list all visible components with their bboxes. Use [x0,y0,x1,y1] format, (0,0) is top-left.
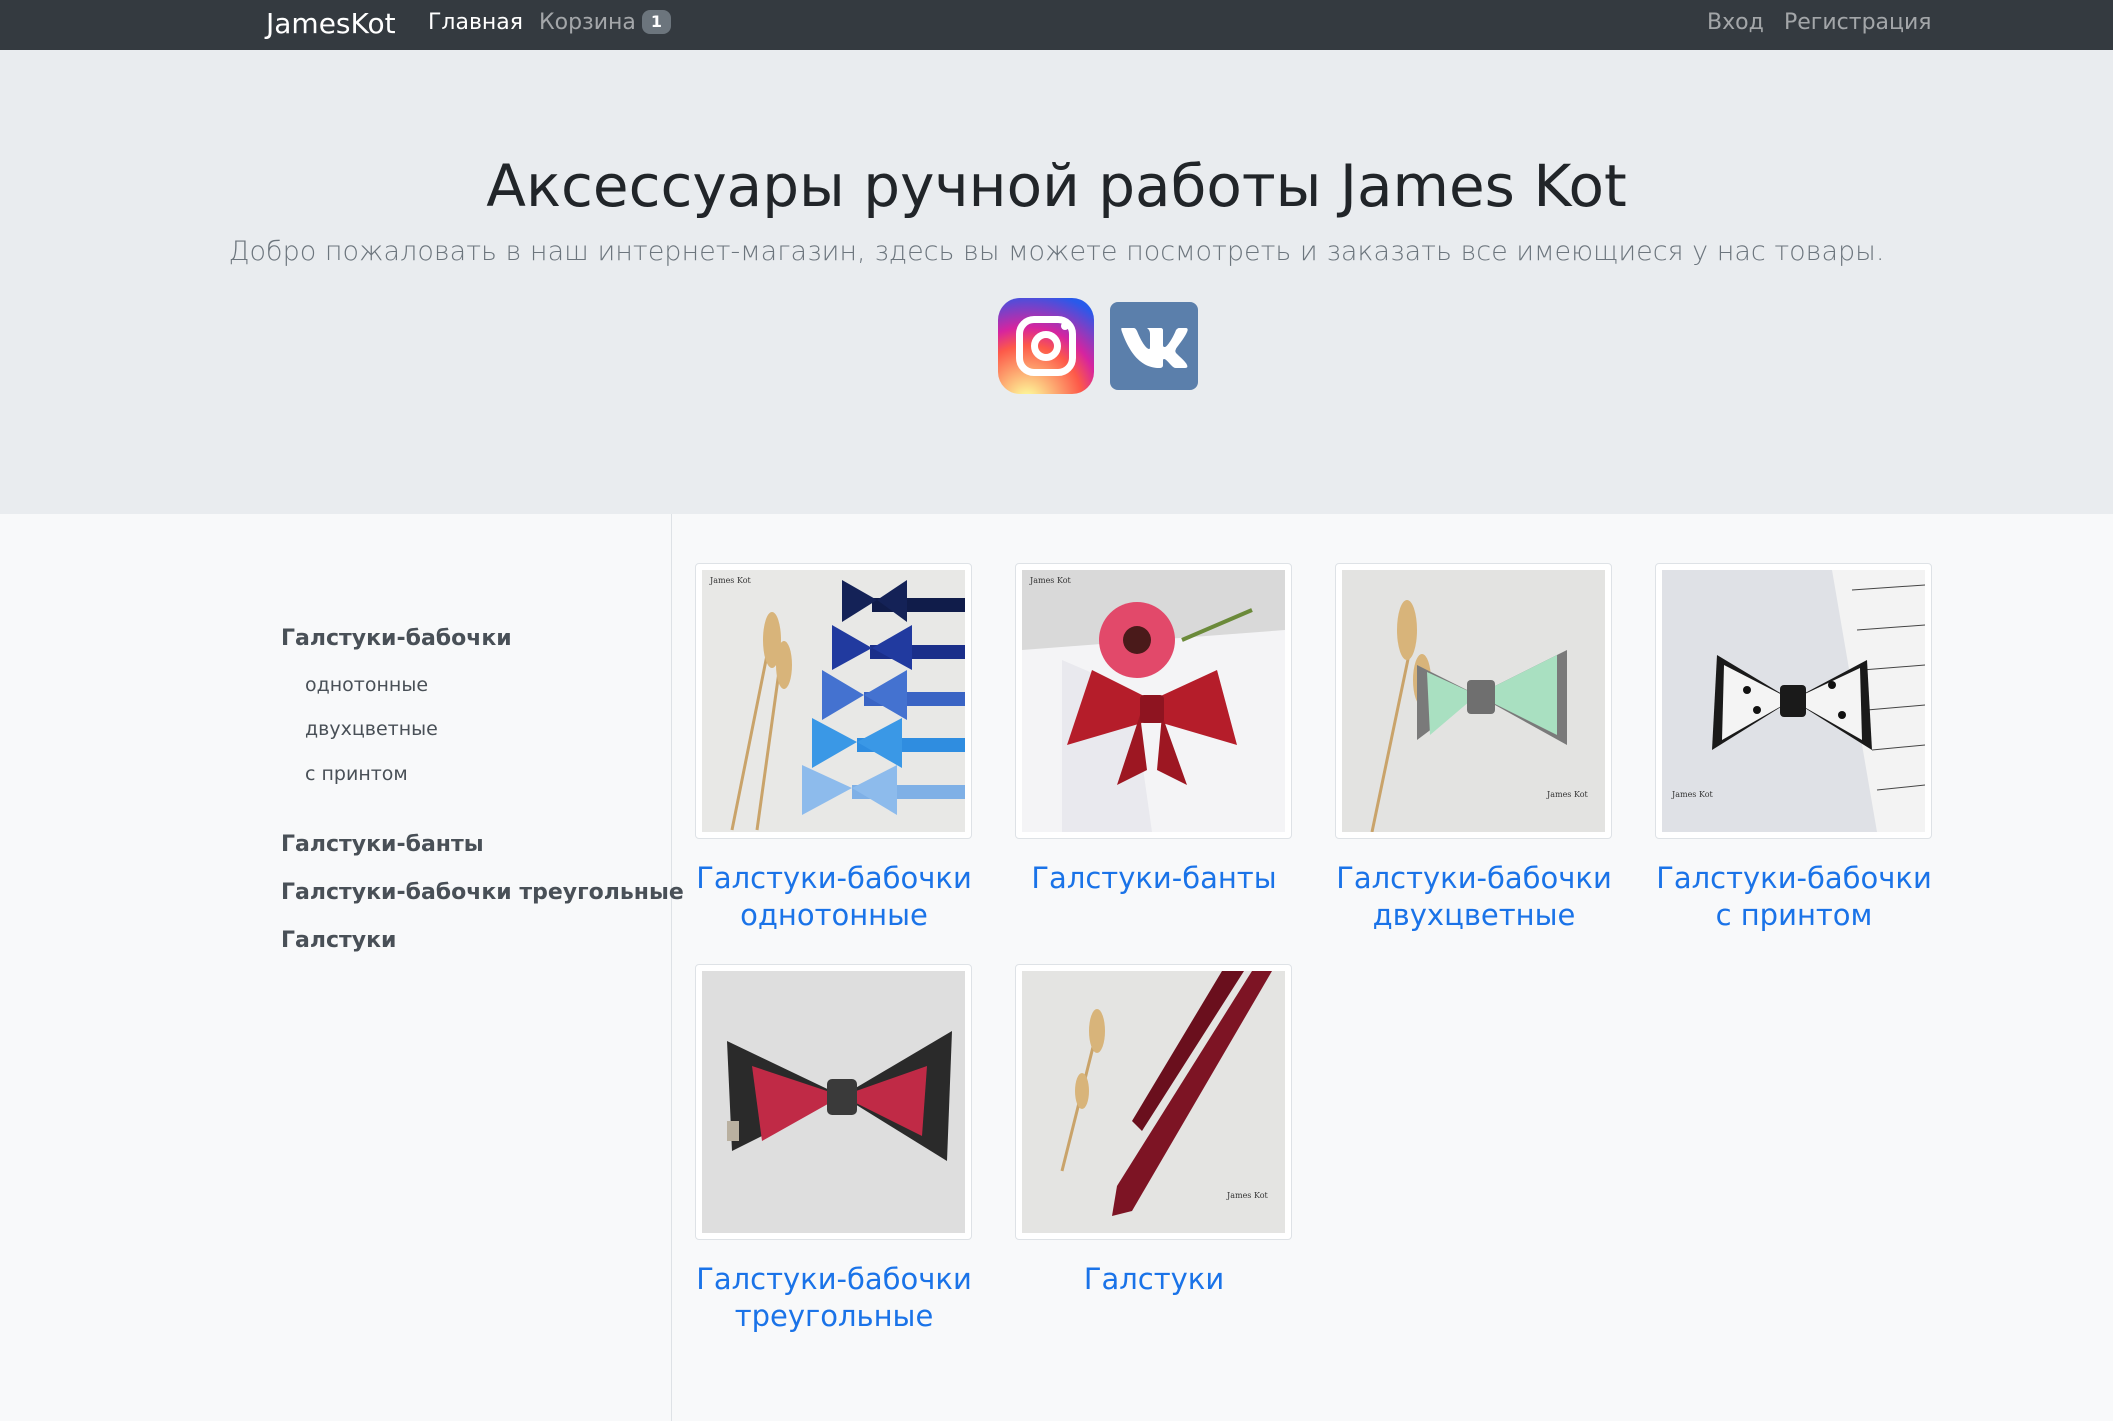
product-title-link[interactable]: Галстуки [1001,1261,1307,1298]
product-photo-red-bow: James Kot [1022,570,1285,832]
sidebar-subitem-two-color[interactable]: двухцветные [305,718,438,740]
hero-title: Аксессуары ручной работы James Kot [486,152,1627,220]
vk-icon[interactable] [1110,302,1198,390]
product-title-link[interactable]: Галстуки-бабочки с принтом [1641,860,1947,934]
product-thumbnail[interactable]: James Kot [1655,563,1932,839]
product-title-line1: Галстуки-бабочки [696,861,972,895]
sidebar-subitem-solid[interactable]: однотонные [305,674,428,696]
photo-watermark: James Kot [1227,1191,1268,1200]
product-thumbnail[interactable] [695,964,972,1240]
product-title-line1: Галстуки-бабочки [696,1262,972,1296]
nav-home-link[interactable]: Главная [428,9,523,37]
sidebar-subitem-print[interactable]: с принтом [305,763,408,785]
sidebar-item-ties[interactable]: Галстуки [281,928,396,953]
product-thumbnail[interactable]: James Kot [1015,563,1292,839]
photo-watermark: James Kot [710,576,751,585]
sidebar-item-triangle-bow-ties[interactable]: Галстуки-бабочки треугольные [281,880,684,905]
product-title-link[interactable]: Галстуки-банты [1001,860,1307,897]
sidebar-item-bows[interactable]: Галстуки-банты [281,832,484,857]
product-thumbnail[interactable]: James Kot [1335,563,1612,839]
photo-watermark: James Kot [1672,790,1713,799]
vk-icon-glyph [1121,328,1188,368]
product-photo-blue-bow-ties: James Kot [702,570,965,832]
instagram-icon-lens [1031,331,1061,361]
product-photo-triangle-bow-tie [702,971,965,1233]
category-sidebar: Галстуки-бабочки однотонные двухцветные … [0,514,684,1421]
product-title-link[interactable]: Галстуки-бабочки однотонные [681,860,987,934]
product-title-link[interactable]: Галстуки-бабочки треугольные [681,1261,987,1335]
product-title-line1: Галстуки-бабочки [1336,861,1612,895]
brand-logo-link[interactable]: JamesKot [266,6,396,42]
product-title-line2: с принтом [1715,898,1873,932]
nav-register-link[interactable]: Регистрация [1784,9,1932,37]
nav-login-link[interactable]: Вход [1707,9,1764,37]
nav-cart-link[interactable]: Корзина 1 [539,9,672,37]
photo-watermark: James Kot [1030,576,1071,585]
product-title-line2: треугольные [734,1299,934,1333]
product-photo-music-print-bow-tie: James Kot [1662,570,1925,832]
photo-watermark: James Kot [1547,790,1588,799]
product-title-line2: однотонные [740,898,928,932]
hero-jumbotron: Аксессуары ручной работы James Kot Добро… [0,50,2113,514]
product-title-line1: Галстуки-бабочки [1656,861,1932,895]
triangle-bow-tie-image [702,971,965,1233]
product-photo-burgundy-tie: James Kot [1022,971,1285,1233]
product-thumbnail[interactable]: James Kot [1015,964,1292,1240]
instagram-icon-dot [1061,322,1069,330]
product-title-line2: двухцветные [1372,898,1576,932]
top-navbar: JamesKot Главная Корзина 1 Вход Регистрац… [0,0,2113,50]
hero-lead: Добро пожаловать в наш интернет-магазин,… [228,236,1885,267]
nav-cart-label: Корзина [539,10,636,35]
red-bow-image [1022,570,1285,832]
product-photo-mint-bow-tie: James Kot [1342,570,1605,832]
cart-count-badge: 1 [641,10,672,34]
instagram-icon[interactable] [998,298,1094,394]
product-title-line1: Галстуки-банты [1031,861,1277,895]
product-title-line1: Галстуки [1083,1262,1225,1296]
product-thumbnail[interactable]: James Kot [695,563,972,839]
blue-bow-ties-image [702,570,965,832]
sidebar-item-bow-ties[interactable]: Галстуки-бабочки [281,626,512,651]
product-title-link[interactable]: Галстуки-бабочки двухцветные [1321,860,1627,934]
